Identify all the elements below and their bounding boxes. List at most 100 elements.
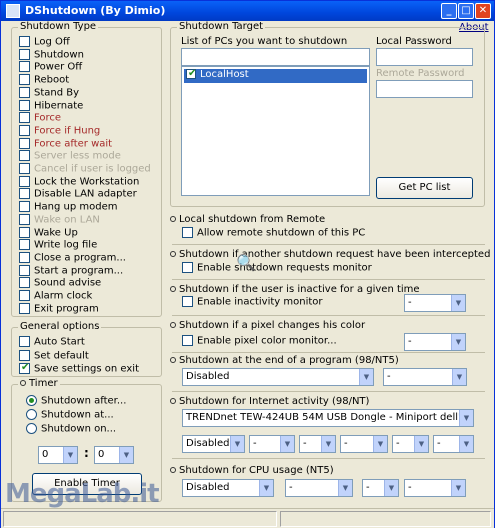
internet-mode-select[interactable]: Disabled ▼ — [182, 435, 245, 453]
checkbox-label: Power Off — [34, 61, 83, 73]
checkbox-box[interactable] — [19, 226, 30, 238]
pixel-monitor-checkbox[interactable]: Enable pixel color monitor... — [182, 335, 337, 347]
checkbox-label: Disable LAN adapter — [34, 188, 137, 200]
minimize-icon[interactable]: _ — [441, 3, 457, 19]
checkbox-box[interactable] — [19, 99, 30, 111]
chevron-down-icon: ▼ — [280, 436, 294, 452]
internet-option-select-1[interactable]: - ▼ — [249, 435, 295, 453]
shutdown-type-checkbox[interactable]: Write log file — [19, 239, 97, 251]
checkbox-box[interactable] — [19, 290, 30, 301]
checkbox-box[interactable] — [19, 302, 30, 314]
shutdown-type-checkbox[interactable]: Reboot — [19, 74, 69, 86]
general-option-checkbox[interactable]: ✔ Save settings on exit — [19, 362, 140, 375]
checkbox-box[interactable] — [19, 36, 30, 47]
maximize-icon[interactable]: □ — [458, 3, 474, 19]
pc-name-input[interactable] — [181, 48, 370, 66]
checkbox-label: Force after wait — [34, 138, 113, 150]
radio-circle[interactable] — [26, 423, 37, 434]
shutdown-type-checkbox[interactable]: Force after wait — [19, 137, 113, 150]
checkbox-label: Save settings on exit — [34, 363, 140, 375]
shutdown-type-checkbox[interactable]: Wake Up — [19, 226, 78, 239]
checkbox-box[interactable] — [19, 213, 30, 225]
checkbox-box[interactable] — [19, 264, 30, 276]
shutdown-type-checkbox[interactable]: Power Off — [19, 61, 82, 73]
network-adapter-select[interactable]: TRENDnet TEW-424UB 54M USB Dongle - Mini… — [182, 409, 474, 427]
internet-option-select-5[interactable]: - ▼ — [433, 435, 474, 453]
general-option-checkbox[interactable]: Set default — [19, 349, 89, 362]
internet-option-select-2[interactable]: - ▼ — [299, 435, 336, 453]
shutdown-type-checkbox[interactable]: Shutdown — [19, 48, 84, 61]
timer-minutes-select[interactable]: 0 ▼ — [94, 446, 134, 464]
radio-circle[interactable] — [26, 409, 37, 420]
shutdown-type-checkbox[interactable]: Stand By — [19, 86, 79, 99]
checkbox-box[interactable] — [19, 277, 30, 289]
timer-radio[interactable]: Shutdown at... — [26, 409, 114, 421]
checkbox-box[interactable] — [19, 150, 30, 162]
timer-radio[interactable]: Shutdown on... — [26, 423, 116, 435]
checkbox-label: Hang up modem — [34, 201, 118, 213]
internet-option-select-3[interactable]: - ▼ — [340, 435, 388, 453]
checkbox-box[interactable] — [19, 124, 30, 136]
pc-list[interactable]: ✔ LocalHost — [181, 66, 370, 196]
radio-circle[interactable] — [26, 395, 37, 406]
checkbox-box[interactable] — [19, 188, 30, 200]
checkbox-box[interactable] — [19, 336, 30, 347]
cpu-option-select-2[interactable]: - ▼ — [362, 479, 399, 497]
chevron-down-icon: ▼ — [338, 480, 352, 496]
shutdown-type-checkbox[interactable]: Start a program... — [19, 264, 123, 277]
cpu-option-select-3[interactable]: - ▼ — [404, 479, 466, 497]
shutdown-type-checkbox[interactable]: Force — [19, 112, 61, 124]
checkbox-box[interactable] — [19, 61, 30, 73]
allow-remote-checkbox[interactable]: Allow remote shutdown of this PC — [182, 227, 365, 239]
shutdown-type-checkbox[interactable]: Close a program... — [19, 251, 126, 264]
checkbox-box[interactable] — [19, 349, 30, 361]
checkbox-box[interactable] — [19, 163, 30, 174]
timer-radio[interactable]: Shutdown after... — [26, 395, 126, 407]
inactivity-monitor-checkbox[interactable]: Enable inactivity monitor — [182, 296, 323, 308]
checkbox-box[interactable] — [19, 251, 30, 263]
shutdown-type-checkbox[interactable]: Hang up modem — [19, 201, 117, 213]
shutdown-type-checkbox[interactable]: Hibernate — [19, 99, 83, 112]
checkbox-box[interactable] — [19, 239, 30, 251]
general-option-checkbox[interactable]: Auto Start — [19, 336, 85, 348]
chevron-down-icon: ▼ — [259, 480, 273, 496]
shutdown-type-checkbox[interactable]: Wake on LAN — [19, 213, 100, 226]
shutdown-type-checkbox[interactable]: Lock the Workstation — [19, 175, 139, 188]
get-pc-list-button[interactable]: Get PC list — [376, 177, 473, 199]
shutdown-type-checkbox[interactable]: Alarm clock — [19, 290, 92, 302]
timer-separator: : — [84, 446, 89, 460]
close-icon[interactable]: ✕ — [475, 3, 491, 19]
shutdown-type-checkbox[interactable]: Cancel if user is logged — [19, 163, 151, 175]
checkbox-box[interactable] — [19, 112, 30, 124]
program-end-select[interactable]: Disabled ▼ — [182, 368, 374, 386]
cpu-mode-select[interactable]: Disabled ▼ — [182, 479, 274, 497]
checkbox-box[interactable] — [19, 201, 30, 213]
pc-checkbox[interactable]: ✔ — [186, 68, 196, 79]
shutdown-type-checkbox[interactable]: Server less mode — [19, 150, 121, 162]
intercept-monitor-checkbox[interactable]: Enable shutdown requests monitor — [182, 262, 372, 274]
status-panel-2 — [280, 511, 491, 527]
timer-hours-select[interactable]: 0 ▼ — [38, 446, 78, 464]
intercept-title: Shutdown if another shutdown request hav… — [170, 249, 490, 260]
remote-password-input[interactable] — [376, 80, 473, 98]
program-end-option-select[interactable]: - ▼ — [383, 368, 467, 386]
internet-option-select-4[interactable]: - ▼ — [392, 435, 429, 453]
shutdown-type-checkbox[interactable]: Disable LAN adapter — [19, 188, 137, 200]
checkbox-box[interactable] — [19, 175, 30, 187]
checkbox-box[interactable]: ✔ — [19, 362, 30, 374]
chevron-down-icon: ▼ — [359, 369, 373, 385]
shutdown-type-checkbox[interactable]: Log Off — [19, 36, 70, 48]
checkbox-box[interactable] — [19, 74, 30, 86]
local-password-input[interactable] — [376, 48, 473, 66]
shutdown-type-checkbox[interactable]: Sound advise — [19, 277, 101, 289]
cpu-option-select-1[interactable]: - ▼ — [285, 479, 353, 497]
shutdown-type-checkbox[interactable]: Force if Hung — [19, 124, 100, 137]
checkbox-box[interactable] — [19, 48, 30, 60]
checkbox-box[interactable] — [19, 86, 30, 98]
pixel-select[interactable]: - ▼ — [404, 333, 466, 351]
inactivity-select[interactable]: - ▼ — [404, 294, 466, 312]
pc-list-item[interactable]: ✔ LocalHost — [184, 68, 367, 83]
shutdown-type-checkbox[interactable]: Exit program — [19, 302, 99, 315]
checkbox-box[interactable] — [19, 137, 30, 149]
shutdown-target-title: Shutdown Target — [177, 21, 266, 32]
